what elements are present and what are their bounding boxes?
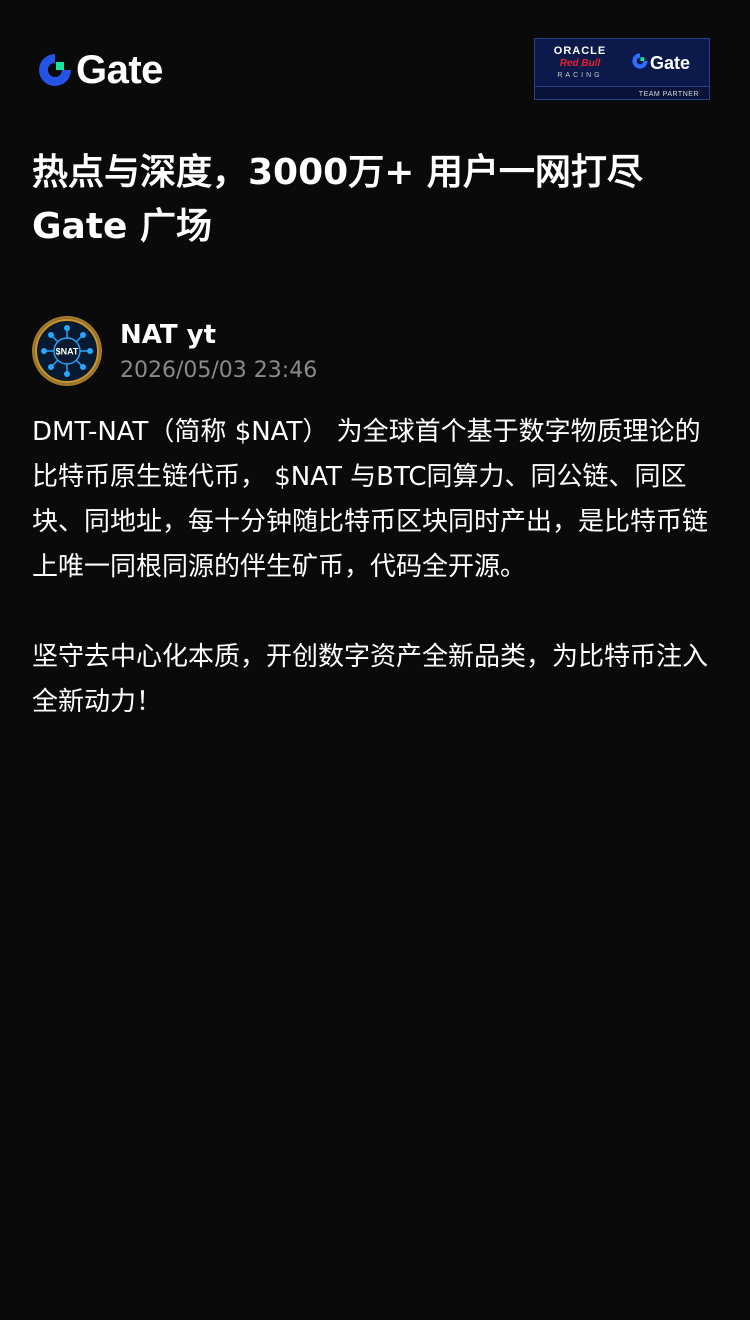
gate-logo[interactable]: Gate xyxy=(36,48,163,92)
racing-label: RACING xyxy=(557,72,603,79)
page-headline: 热点与深度，3000万+ 用户一网打尽 Gate 广场 xyxy=(32,146,722,254)
headline-line-2: Gate 广场 xyxy=(32,206,213,247)
gate-logo-icon xyxy=(36,51,74,89)
post-paragraph-2: 坚守去中心化本质，开创数字资产全新品类，为比特币注入全新动力！ xyxy=(32,642,709,717)
post-paragraph-1: DMT-NAT（简称 $NAT） 为全球首个基于数字物质理论的比特币原生链代币，… xyxy=(32,417,709,582)
headline-line-1: 热点与深度，3000万+ 用户一网打尽 xyxy=(32,152,643,193)
post-timestamp: 2026/05/03 23:46 xyxy=(120,358,318,383)
top-header: Gate ORACLE Red Bull RACING Gate TEAM PA… xyxy=(0,0,750,130)
partner-gate-logo: Gate xyxy=(631,52,690,74)
avatar[interactable]: $NAT xyxy=(32,316,102,386)
oracle-label: ORACLE xyxy=(553,45,607,57)
partner-gate-text: Gate xyxy=(650,52,691,73)
author-name[interactable]: NAT yt xyxy=(120,318,216,352)
team-partner-bar: TEAM PARTNER xyxy=(535,86,709,99)
red-bull-label: Red Bull xyxy=(559,58,601,69)
post-author: $NAT NAT yt 2026/05/03 23:46 xyxy=(32,316,722,388)
avatar-label: $NAT xyxy=(56,347,79,357)
red-bull-racing-partner-badge: ORACLE Red Bull RACING Gate TEAM PARTNER xyxy=(534,38,710,100)
logo-text: Gate xyxy=(76,48,163,92)
post-content: DMT-NAT（简称 $NAT） 为全球首个基于数字物质理论的比特币原生链代币，… xyxy=(32,410,716,770)
gate-mini-icon xyxy=(631,52,649,74)
team-partner-label: TEAM PARTNER xyxy=(638,91,699,98)
